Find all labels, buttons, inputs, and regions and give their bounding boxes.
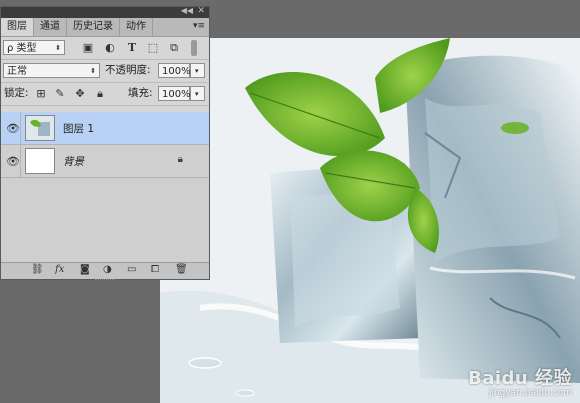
panel-titlebar[interactable]: ◀◀ ✕: [1, 6, 209, 18]
lock-pixels-icon[interactable]: ✎: [53, 87, 67, 101]
fill-dropdown-button[interactable]: ▾: [190, 86, 205, 101]
filter-toggle-switch[interactable]: [191, 40, 197, 56]
layer-row-background[interactable]: 👁︎ 背景 🔒︎: [1, 145, 209, 178]
tab-history[interactable]: 历史记录: [67, 18, 120, 36]
layer-thumbnail: [25, 148, 55, 174]
add-mask-icon[interactable]: ◙: [80, 264, 90, 275]
chevron-updown-icon: ⬍: [55, 44, 61, 52]
opacity-label: 不透明度:: [105, 64, 151, 76]
shape-filter-icon[interactable]: ⬚: [146, 41, 160, 55]
delete-layer-icon[interactable]: 🗑︎: [175, 264, 188, 275]
collapse-icon[interactable]: ◀◀: [181, 6, 193, 15]
smart-object-filter-icon[interactable]: ⧉: [167, 41, 181, 55]
fill-value: 100%: [162, 89, 191, 100]
panel-menu-icon[interactable]: ▾≡: [193, 21, 205, 31]
panel-bottom-toolbar: ⛓︎ fx ◙ ◑ ▭ ⧠ 🗑︎: [1, 262, 209, 280]
opacity-dropdown-button[interactable]: ▾: [190, 63, 205, 78]
lock-row: 锁定: ⊞ ✎ ✥ 🔒︎ 填充: 100% ▾: [1, 83, 209, 106]
document-canvas[interactable]: Baidu 经验 jingyan.baidu.com: [160, 38, 580, 403]
pixel-filter-icon[interactable]: ▣: [81, 41, 95, 55]
layer-row-layer1[interactable]: 👁︎ 图层 1: [1, 112, 209, 145]
layer-lock-icon: 🔒︎: [177, 154, 183, 165]
layer-thumbnail: [25, 115, 55, 141]
adjustment-filter-icon[interactable]: ◐: [103, 41, 117, 55]
type-filter-icon[interactable]: T: [125, 41, 139, 55]
tab-layers[interactable]: 图层: [1, 18, 34, 36]
adjustment-layer-icon[interactable]: ◑: [103, 264, 112, 275]
layers-panel: ◀◀ ✕ 图层 通道 历史记录 动作 ▾≡ ρ 类型 ⬍ ▣ ◐ T ⬚ ⧉ 正…: [0, 6, 210, 280]
new-layer-icon[interactable]: ⧠: [151, 264, 159, 275]
watermark-logo: Baidu 经验: [467, 368, 572, 390]
lock-all-icon[interactable]: 🔒︎: [93, 87, 107, 101]
eye-column-divider: [20, 112, 21, 144]
visibility-eye-icon[interactable]: 👁︎: [6, 155, 20, 168]
layer-name: 背景: [63, 156, 84, 168]
ice-mint-image: [160, 38, 580, 403]
kind-filter-select[interactable]: ρ 类型 ⬍: [3, 40, 65, 55]
layers-list: 👁︎ 图层 1 👁︎ 背景 🔒︎: [1, 112, 209, 264]
blend-mode-select[interactable]: 正常 ⬍: [3, 63, 100, 78]
watermark: Baidu 经验 jingyan.baidu.com: [468, 369, 572, 399]
filter-row: ρ 类型 ⬍ ▣ ◐ T ⬚ ⧉: [1, 37, 209, 60]
fill-label: 填充:: [128, 87, 153, 99]
fill-input[interactable]: 100%: [158, 86, 191, 101]
tab-channels[interactable]: 通道: [34, 18, 67, 36]
watermark-url: jingyan.baidu.com: [488, 388, 572, 399]
layer-name: 图层 1: [63, 123, 95, 135]
kind-filter-label: ρ 类型: [7, 43, 37, 54]
chevron-updown-icon: ⬍: [90, 67, 96, 75]
lock-transparent-icon[interactable]: ⊞: [34, 87, 48, 101]
opacity-value: 100%: [162, 66, 191, 77]
blend-mode-value: 正常: [7, 66, 27, 77]
panel-tabs: 图层 通道 历史记录 动作 ▾≡: [1, 18, 209, 37]
tab-actions[interactable]: 动作: [120, 18, 153, 36]
layer-style-icon[interactable]: fx: [55, 264, 64, 275]
opacity-input[interactable]: 100%: [158, 63, 191, 78]
lock-position-icon[interactable]: ✥: [73, 87, 87, 101]
resize-grip[interactable]: [95, 279, 115, 283]
new-group-icon[interactable]: ▭: [127, 264, 136, 275]
eye-column-divider: [20, 145, 21, 177]
lock-label: 锁定:: [4, 87, 29, 99]
blend-row: 正常 ⬍ 不透明度: 100% ▾: [1, 60, 209, 83]
visibility-eye-icon[interactable]: 👁︎: [6, 122, 20, 135]
link-layers-icon[interactable]: ⛓︎: [31, 264, 44, 275]
close-icon[interactable]: ✕: [197, 6, 205, 16]
